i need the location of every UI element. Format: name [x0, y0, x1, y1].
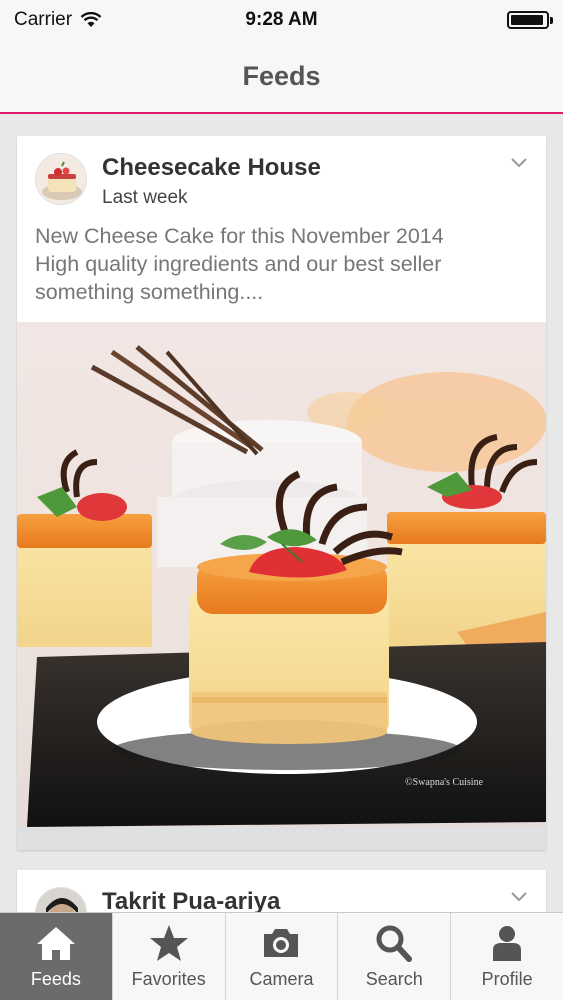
status-left: Carrier: [14, 9, 102, 31]
tab-favorites[interactable]: Favorites: [111, 913, 225, 1000]
chevron-down-icon[interactable]: [510, 890, 528, 904]
card-header: Takrit Pua-ariya: [17, 870, 546, 912]
home-icon: [36, 927, 75, 960]
battery-fill: [511, 15, 544, 25]
tab-feeds[interactable]: Feeds: [0, 913, 112, 1000]
avatar[interactable]: [35, 887, 87, 912]
tab-bar: Feeds Favorites Camera Search Profile: [0, 912, 563, 1000]
tab-label: Favorites: [131, 969, 206, 989]
search-icon: [376, 925, 413, 962]
tab-label: Feeds: [30, 969, 81, 989]
post-image[interactable]: ©Swapna's Cuisine: [17, 322, 546, 850]
wifi-icon: [80, 12, 102, 27]
feed-card[interactable]: Cheesecake House Last week New Cheese Ca…: [17, 136, 546, 850]
nav-bar: Feeds: [0, 40, 563, 114]
chevron-down-icon[interactable]: [510, 156, 528, 170]
carrier-label: Carrier: [14, 9, 73, 30]
profile-icon: [493, 926, 522, 961]
post-text: New Cheese Cake for this November 2014 H…: [35, 222, 532, 306]
page-title: Feeds: [242, 60, 321, 91]
tab-profile[interactable]: Profile: [450, 913, 563, 1000]
feed-card[interactable]: Takrit Pua-ariya: [17, 870, 546, 912]
post-text-line: something something....: [35, 280, 264, 304]
camera-icon: [264, 929, 299, 957]
star-icon: [149, 925, 188, 961]
image-watermark: ©Swapna's Cuisine: [405, 777, 484, 788]
feed-list[interactable]: Cheesecake House Last week New Cheese Ca…: [0, 114, 563, 912]
tab-label: Profile: [481, 969, 533, 989]
post-author[interactable]: Cheesecake House: [102, 154, 321, 182]
status-bar: Carrier 9:28 AM: [0, 0, 563, 40]
card-header: Cheesecake House Last week: [17, 136, 546, 220]
avatar[interactable]: [35, 153, 87, 205]
tab-label: Search: [365, 969, 423, 989]
tab-search[interactable]: Search: [337, 913, 450, 1000]
tab-label: Camera: [249, 969, 314, 989]
post-text-line: High quality ingredients and our best se…: [35, 252, 442, 276]
post-time: Last week: [102, 187, 188, 208]
post-author[interactable]: Takrit Pua-ariya: [102, 888, 280, 912]
battery-icon: [507, 11, 553, 29]
post-text-line: New Cheese Cake for this November 2014: [35, 224, 444, 248]
tab-camera[interactable]: Camera: [224, 913, 338, 1000]
